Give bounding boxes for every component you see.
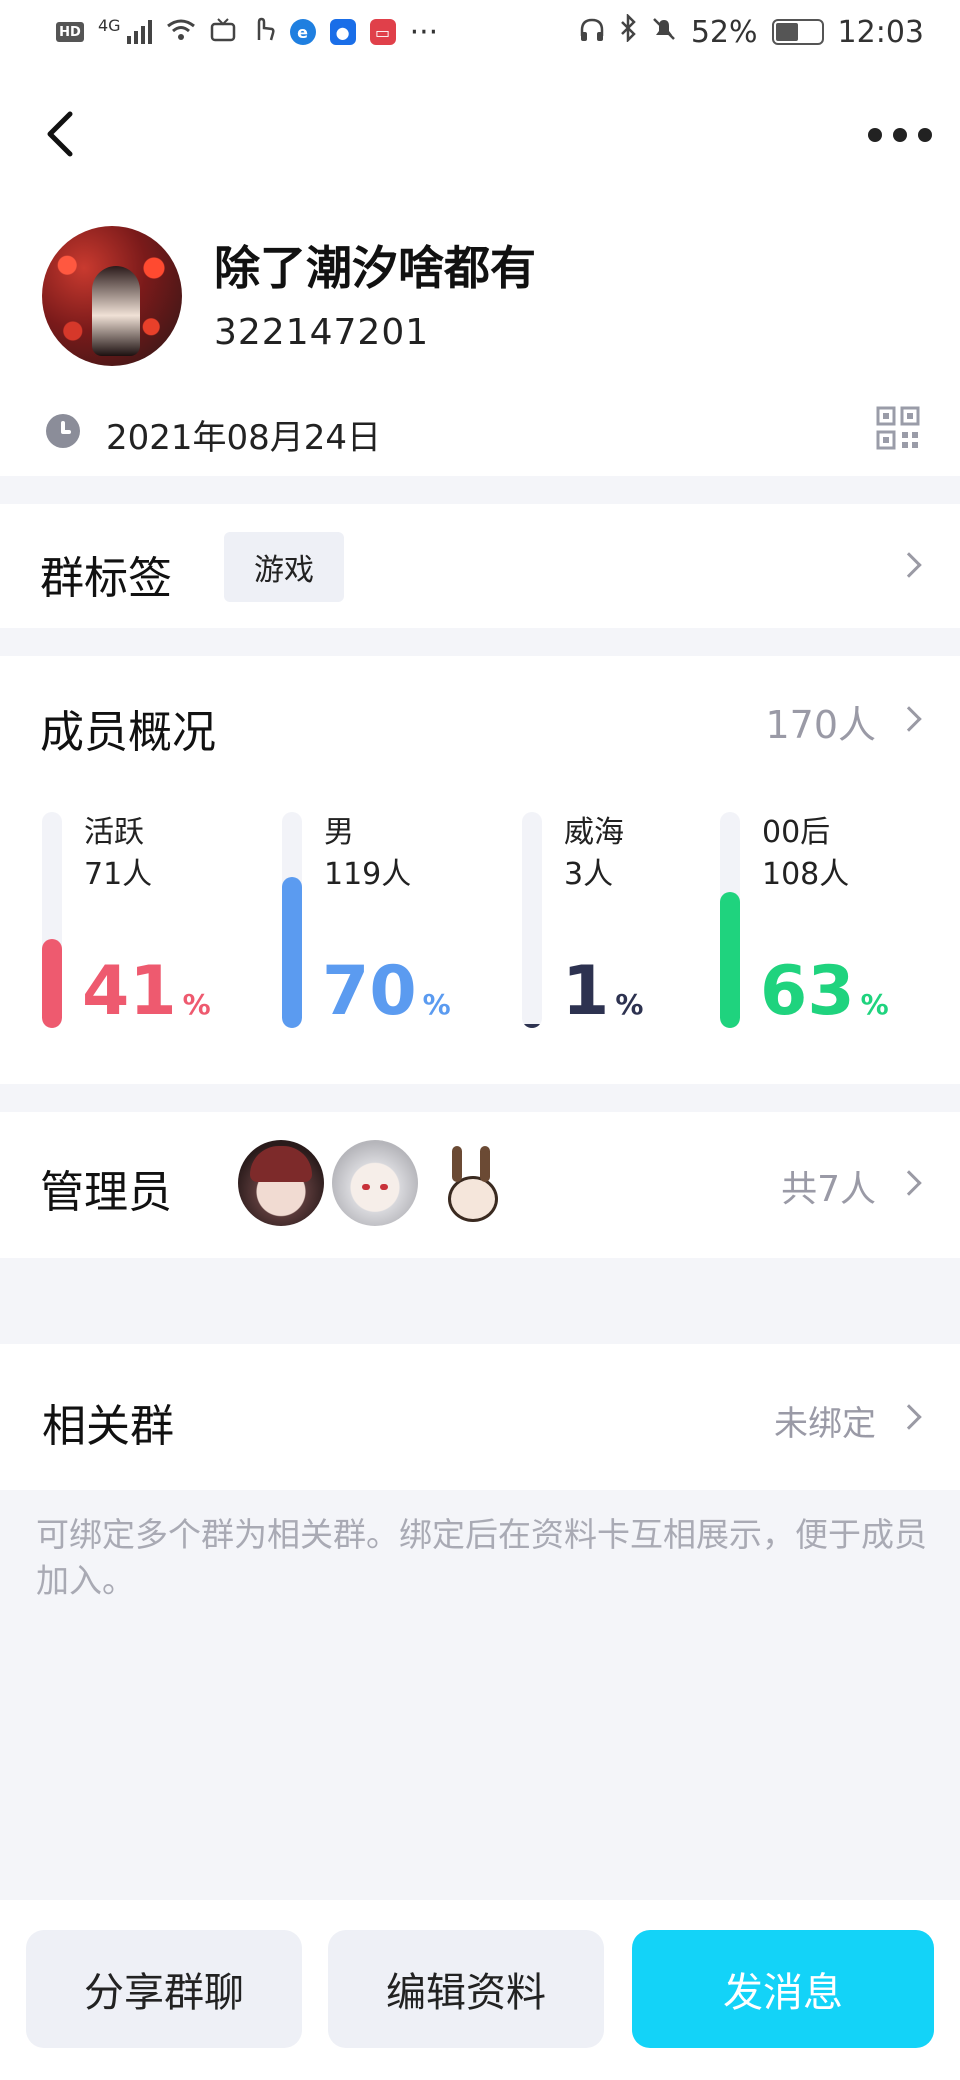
- related-groups-status: 未绑定: [774, 1404, 876, 1444]
- more-dot-icon: [868, 128, 882, 142]
- stat-bar-fill: [522, 1024, 542, 1028]
- member-stat: 活跃 71人 41%: [42, 812, 262, 1052]
- stat-label-text: 男: [324, 815, 354, 850]
- touch-icon: [250, 14, 276, 50]
- network-label: 4G: [98, 15, 121, 35]
- stat-bar-track: [522, 812, 542, 1028]
- battery-icon: [771, 19, 824, 45]
- bottom-action-bar: 分享群聊 编辑资料 发消息: [0, 1900, 960, 2080]
- wifi-icon: [166, 15, 196, 50]
- hd-icon: HD: [56, 22, 84, 42]
- top-bar: [0, 64, 960, 204]
- status-icons-right: 52% 12:03: [579, 12, 924, 50]
- stat-percent: 1%: [562, 952, 643, 1045]
- group-profile-header: 除了潮汐啥都有 322147201 2021年08月24日: [0, 204, 960, 476]
- admin-avatar[interactable]: [238, 1140, 324, 1226]
- stat-label-text: 00后: [762, 815, 831, 850]
- status-bar: HD 4G e ● ▭ ··· 52% 12:03: [0, 0, 960, 64]
- more-dot-icon: [918, 128, 932, 142]
- admin-avatar[interactable]: [426, 1140, 512, 1226]
- stat-bar-fill: [720, 892, 740, 1028]
- stat-percent-value: 41: [82, 952, 177, 1031]
- chevron-right-icon[interactable]: [896, 706, 922, 732]
- group-id: 322147201: [214, 312, 430, 353]
- member-stat: 00后 108人 63%: [720, 812, 940, 1052]
- created-date: 2021年08月24日: [106, 418, 382, 458]
- tag-chip: 游戏: [224, 532, 344, 602]
- stat-bar-track: [42, 812, 62, 1028]
- bluetooth-icon: [619, 12, 637, 50]
- admins-count: 共7人: [781, 1169, 876, 1210]
- chevron-right-icon: [896, 552, 922, 578]
- signal-icon: [126, 20, 152, 44]
- stat-percent-value: 63: [760, 952, 855, 1031]
- stat-percent-unit: %: [860, 988, 889, 1021]
- stat-count: 3人: [564, 857, 614, 892]
- stat-bar-track: [282, 812, 302, 1028]
- created-date-row: 2021年08月24日: [0, 400, 960, 470]
- back-button[interactable]: [40, 104, 84, 164]
- group-tags-title: 群标签: [40, 553, 172, 604]
- edit-profile-button[interactable]: 编辑资料: [328, 1930, 604, 2048]
- clock-time: 12:03: [837, 14, 924, 50]
- stat-percent: 70%: [322, 952, 451, 1045]
- chevron-right-icon: [896, 1170, 922, 1196]
- stat-percent-unit: %: [422, 988, 451, 1021]
- group-tags-row[interactable]: 群标签 游戏: [0, 504, 960, 628]
- stat-percent-unit: %: [615, 988, 644, 1021]
- stat-label: 00后 108人: [762, 812, 849, 896]
- admins-title: 管理员: [40, 1167, 172, 1218]
- admins-row[interactable]: 管理员 共7人: [0, 1112, 960, 1258]
- tv-icon: [210, 15, 236, 50]
- related-groups-description: 可绑定多个群为相关群。绑定后在资料卡互相展示，便于成员加入。: [36, 1515, 927, 1600]
- send-message-button[interactable]: 发消息: [632, 1930, 934, 2048]
- qr-code-icon[interactable]: [876, 406, 920, 450]
- member-stat: 威海 3人 1%: [522, 812, 742, 1052]
- app-icon-book: ▭: [369, 19, 396, 45]
- clock-icon: [46, 414, 80, 448]
- stat-label: 威海 3人: [564, 812, 624, 896]
- group-avatar[interactable]: [42, 226, 182, 366]
- stat-percent-value: 1: [562, 952, 610, 1031]
- stat-label-text: 活跃: [84, 815, 144, 850]
- chevron-right-icon: [896, 1404, 922, 1430]
- stat-count: 119人: [324, 857, 412, 892]
- stat-percent-unit: %: [182, 988, 211, 1021]
- app-icon-browser: e: [289, 19, 316, 45]
- stat-percent-value: 70: [322, 952, 417, 1031]
- mute-bell-icon: [651, 15, 677, 50]
- headphones-icon: [579, 15, 605, 50]
- member-overview-section: 成员概况 170人 活跃 71人 41% 男 119人 70% 威海 3人 1% 00后 108人 6…: [0, 656, 960, 1084]
- member-overview-title: 成员概况: [40, 707, 216, 758]
- stat-count: 108人: [762, 857, 850, 892]
- battery-percent: 52%: [690, 14, 758, 50]
- stat-label: 男 119人: [324, 812, 411, 896]
- stat-label: 活跃 71人: [84, 812, 152, 896]
- admin-avatar[interactable]: [332, 1140, 418, 1226]
- admin-avatar-list: [238, 1140, 512, 1226]
- related-groups-title: 相关群: [42, 1401, 174, 1452]
- back-arrow-icon: [47, 111, 73, 157]
- more-notifications-icon: ···: [409, 14, 439, 50]
- stat-count: 71人: [84, 857, 153, 892]
- stat-bar-fill: [282, 877, 302, 1028]
- stat-bar-track: [720, 812, 740, 1028]
- member-count[interactable]: 170人: [765, 694, 876, 749]
- app-icon-bulb: ●: [329, 19, 356, 45]
- stat-label-text: 威海: [564, 815, 624, 850]
- group-name: 除了潮汐啥都有: [214, 241, 536, 295]
- share-group-button[interactable]: 分享群聊: [26, 1930, 302, 2048]
- stat-percent: 63%: [760, 952, 889, 1045]
- member-stat: 男 119人 70%: [282, 812, 502, 1052]
- more-options-button[interactable]: [868, 120, 932, 150]
- related-groups-row[interactable]: 相关群 未绑定: [0, 1344, 960, 1490]
- more-dot-icon: [893, 128, 907, 142]
- stat-bar-fill: [42, 939, 62, 1028]
- stat-percent: 41%: [82, 952, 211, 1045]
- status-icons-left: HD 4G e ● ▭ ···: [56, 14, 438, 50]
